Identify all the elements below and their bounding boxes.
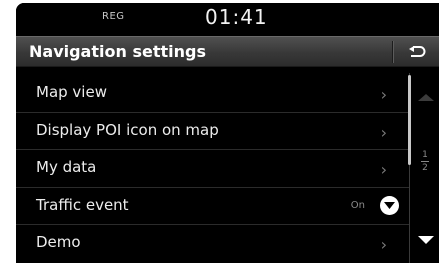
chevron-right-icon: ›	[380, 235, 387, 254]
scroll-thumb[interactable]	[408, 75, 411, 165]
chevron-right-icon: ›	[380, 160, 387, 179]
settings-list: Map view › Display POI icon on map › My …	[16, 75, 409, 263]
menu-item-map-view[interactable]: Map view ›	[16, 75, 409, 113]
chevron-right-icon: ›	[380, 122, 387, 142]
menu-item-my-data[interactable]: My data ›	[16, 150, 409, 188]
page-indicator: 1 2	[419, 150, 431, 173]
status-bar: REG 01:41	[16, 3, 439, 33]
back-arrow-icon	[408, 46, 425, 57]
title-divider	[392, 41, 393, 63]
back-button[interactable]	[394, 37, 439, 67]
dropdown-circle-icon[interactable]	[380, 195, 399, 215]
scroll-up-arrow-icon[interactable]	[418, 94, 434, 101]
scroll-down-arrow-icon[interactable]	[418, 236, 434, 244]
menu-item-display-poi[interactable]: Display POI icon on map ›	[16, 113, 409, 150]
traffic-event-value: On	[350, 199, 365, 211]
status-clock: 01:41	[205, 5, 268, 29]
page-title: Navigation settings	[29, 42, 206, 61]
scrollbar[interactable]: 1 2	[408, 73, 439, 263]
title-bar: Navigation settings	[16, 36, 439, 67]
menu-item-label: Demo	[36, 233, 81, 251]
menu-item-label: Traffic event	[36, 195, 129, 214]
menu-item-traffic-event[interactable]: Traffic event On	[16, 188, 409, 225]
page-separator	[421, 161, 429, 162]
menu-item-label: Display POI icon on map	[36, 120, 219, 139]
menu-item-label: My data	[36, 158, 97, 176]
chevron-right-icon: ›	[380, 85, 387, 104]
page-total: 2	[422, 163, 428, 173]
screen: REG 01:41 Navigation settings Map view ›…	[16, 3, 439, 263]
menu-item-label: Map view	[36, 83, 107, 101]
status-reg-label: REG	[102, 11, 125, 22]
page-current: 1	[422, 150, 428, 160]
menu-item-demo[interactable]: Demo ›	[16, 225, 409, 263]
